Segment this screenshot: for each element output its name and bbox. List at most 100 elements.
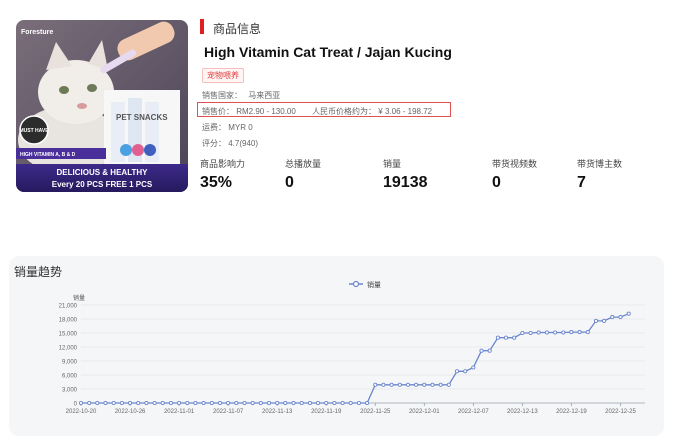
data-point[interactable] [569, 330, 574, 335]
category-tag[interactable]: 宠物喂养 [202, 68, 244, 83]
shipping-label: 运费： [202, 123, 226, 132]
price-value: RM2.90 - 130.00 [236, 107, 296, 116]
data-point[interactable] [340, 400, 345, 406]
data-point[interactable] [201, 400, 206, 406]
data-point[interactable] [127, 400, 133, 406]
data-point[interactable] [610, 315, 615, 320]
data-point[interactable] [585, 330, 590, 335]
data-point[interactable] [503, 335, 509, 340]
data-point[interactable] [405, 382, 411, 387]
data-point[interactable] [626, 311, 631, 316]
data-point[interactable] [414, 382, 419, 387]
stat-bloggers: 带货博主数 7 [577, 157, 622, 192]
data-point[interactable] [258, 400, 263, 406]
data-point[interactable] [528, 330, 533, 336]
data-point[interactable] [332, 400, 337, 406]
data-point[interactable] [136, 400, 141, 406]
x-tick-label: 2022-11-19 [311, 409, 342, 415]
data-point[interactable] [479, 348, 484, 353]
data-point[interactable] [78, 400, 84, 406]
data-point[interactable] [381, 382, 386, 387]
data-point[interactable] [250, 400, 255, 406]
x-tick-label: 2022-12-13 [507, 409, 538, 415]
data-point[interactable] [553, 330, 558, 335]
data-point[interactable] [291, 400, 296, 406]
data-point[interactable] [111, 400, 116, 406]
data-point[interactable] [602, 318, 607, 323]
data-point[interactable] [119, 400, 124, 406]
data-point[interactable] [315, 400, 321, 406]
x-tick-label: 2022-12-01 [409, 409, 440, 415]
data-point[interactable] [185, 400, 190, 406]
data-point[interactable] [593, 318, 599, 323]
data-point[interactable] [561, 330, 566, 335]
data-point[interactable] [356, 400, 361, 406]
data-point[interactable] [87, 400, 92, 406]
data-point[interactable] [618, 315, 623, 320]
country-label: 销售国家： [202, 91, 242, 100]
y-tick-label: 15,000 [59, 332, 78, 338]
data-point[interactable] [95, 400, 100, 406]
data-point[interactable] [422, 382, 427, 387]
data-point[interactable] [544, 330, 549, 335]
data-point[interactable] [454, 369, 460, 374]
data-point[interactable] [471, 365, 476, 370]
data-point[interactable] [283, 400, 288, 406]
rmb-label: 人民币价格约为： [312, 107, 377, 116]
sales-trend-chart[interactable]: 销量 销量 21,000 18,000 15,000 12,000 9,000 6,000… [13, 276, 663, 434]
data-point[interactable] [299, 400, 304, 406]
data-point[interactable] [193, 400, 198, 406]
data-point[interactable] [103, 400, 108, 406]
brand-logo: Foresture [21, 29, 53, 36]
data-point[interactable] [536, 330, 541, 335]
data-point[interactable] [397, 382, 402, 387]
y-tick-label: 0 [74, 402, 78, 408]
data-point[interactable] [177, 400, 182, 406]
product-image[interactable]: PET SNACKS Foresture MUST HAVE HIGH VITA… [16, 20, 188, 192]
y-axis-label: 销量 [73, 294, 85, 302]
data-point[interactable] [463, 369, 468, 374]
stat-value: 7 [577, 174, 586, 191]
shipping-row: 运费： MYR 0 [202, 122, 253, 133]
data-point[interactable] [226, 400, 231, 406]
data-point[interactable] [324, 400, 329, 406]
data-point[interactable] [365, 400, 370, 406]
data-point[interactable] [389, 382, 394, 387]
price-label: 销售价： [202, 107, 234, 116]
data-point[interactable] [512, 335, 517, 340]
stat-sales: 销量 19138 [383, 157, 428, 192]
data-point[interactable] [577, 330, 582, 335]
x-tick-label: 2022-10-20 [66, 409, 97, 415]
data-point[interactable] [495, 335, 500, 340]
data-point[interactable] [487, 348, 492, 353]
data-point[interactable] [168, 400, 173, 406]
data-point[interactable] [430, 382, 435, 387]
data-point[interactable] [209, 400, 214, 406]
data-point[interactable] [234, 400, 239, 406]
stat-total-plays: 总播放量 0 [285, 157, 321, 192]
country-row: 销售国家： 马来西亚 [202, 90, 280, 101]
stat-label: 总播放量 [285, 159, 322, 169]
stat-value: 0 [285, 174, 294, 191]
x-tick-label: 2022-11-01 [164, 409, 195, 415]
stat-influence: 商品影响力 35% [200, 157, 245, 192]
data-point[interactable] [160, 400, 165, 406]
data-point[interactable] [217, 400, 223, 406]
data-point[interactable] [446, 382, 451, 387]
data-point[interactable] [266, 400, 272, 406]
data-point[interactable] [275, 400, 280, 406]
data-point[interactable] [520, 330, 525, 336]
product-title[interactable]: High Vitamin Cat Treat / Jajan Kucing [204, 44, 452, 60]
x-tick-label: 2022-11-07 [213, 409, 244, 415]
chart-legend[interactable]: 销量 [349, 280, 381, 289]
data-point[interactable] [438, 382, 443, 387]
data-point[interactable] [152, 400, 157, 406]
data-point[interactable] [373, 382, 378, 387]
x-tick-label: 2022-11-25 [360, 409, 391, 415]
vitamin-strip: HIGH VITAMIN A, B & D [20, 152, 76, 158]
data-point[interactable] [307, 400, 312, 406]
data-point[interactable] [144, 400, 149, 406]
data-point[interactable] [348, 400, 353, 406]
data-point[interactable] [242, 400, 247, 406]
country-value: 马来西亚 [248, 91, 281, 100]
